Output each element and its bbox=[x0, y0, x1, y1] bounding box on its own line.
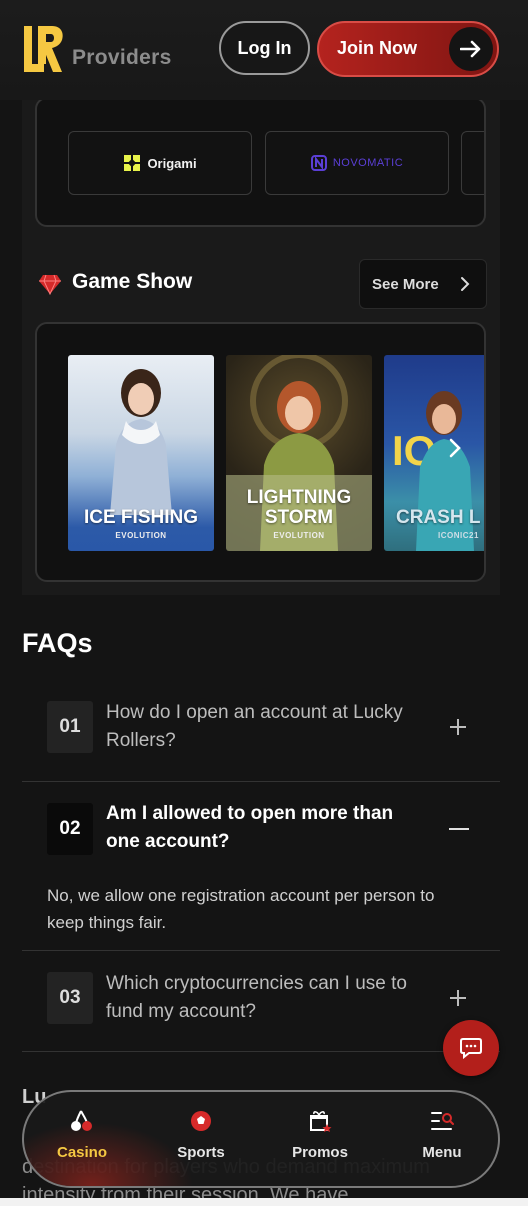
login-button[interactable]: Log In bbox=[219, 21, 310, 75]
game-title: ICE FISHING bbox=[83, 507, 198, 528]
live-chat-button[interactable] bbox=[443, 1020, 499, 1076]
game-provider: ICONIC21 bbox=[438, 531, 479, 540]
game-provider: EVOLUTION bbox=[115, 531, 167, 540]
game-title-line-2: STORM bbox=[264, 507, 334, 528]
game-title: CRASH L bbox=[396, 507, 481, 528]
nav-label: Promos bbox=[292, 1144, 348, 1161]
join-now-label: Join Now bbox=[337, 38, 417, 58]
faq-answer: No, we allow one registration account pe… bbox=[47, 886, 435, 932]
chevron-right-icon bbox=[461, 277, 470, 291]
see-more-button[interactable]: See More bbox=[359, 259, 487, 309]
game-tile-lightning-storm[interactable]: LIGHTNING STORM EVOLUTION bbox=[226, 355, 372, 551]
nav-label: Sports bbox=[177, 1144, 225, 1161]
provider-card-novomatic[interactable]: NOVOMATIC bbox=[265, 131, 449, 195]
ball-icon bbox=[191, 1111, 211, 1131]
faq-question: How do I open an account at Lucky Roller… bbox=[106, 702, 403, 751]
faq-divider bbox=[22, 950, 500, 951]
game-tile-ice-fishing[interactable]: ICE FISHING EVOLUTION bbox=[68, 355, 214, 551]
cherries-icon bbox=[71, 1110, 92, 1131]
novomatic-logo-icon bbox=[310, 155, 327, 171]
origami-logo-icon bbox=[124, 155, 141, 171]
gift-icon bbox=[310, 1111, 332, 1132]
game-show-title: Game Show bbox=[72, 270, 193, 293]
browser-bottom-edge bbox=[0, 1198, 528, 1206]
provider-name: NOVOMATIC bbox=[332, 157, 404, 169]
providers-carousel[interactable]: Origami NOVOMATIC bbox=[35, 97, 486, 227]
nav-label: Menu bbox=[422, 1144, 462, 1161]
nav-promos[interactable]: Promos bbox=[270, 1106, 370, 1161]
chat-bubble-icon bbox=[460, 1038, 482, 1059]
plus-icon[interactable] bbox=[448, 717, 468, 737]
provider-name: Origami bbox=[147, 155, 197, 171]
lucky-rollers-logo[interactable] bbox=[22, 24, 64, 74]
arrow-right-icon bbox=[449, 27, 493, 71]
top-header: Providers Log In Join Now bbox=[0, 0, 528, 100]
provider-card-partial[interactable] bbox=[461, 131, 484, 195]
game-provider: EVOLUTION bbox=[273, 531, 325, 540]
plus-icon[interactable] bbox=[448, 988, 468, 1008]
faq-divider bbox=[22, 781, 500, 782]
nav-label: Casino bbox=[56, 1144, 107, 1161]
minus-icon[interactable] bbox=[448, 819, 470, 839]
game-art bbox=[110, 369, 172, 515]
game-show-carousel[interactable]: ICE FISHING EVOLUTION LIGHTNING STORM EV… bbox=[35, 322, 486, 582]
page: Providers Log In Join Now Origami NOVOMA… bbox=[0, 0, 528, 1206]
nav-menu[interactable]: Menu bbox=[392, 1106, 492, 1161]
provider-card-origami[interactable]: Origami bbox=[68, 131, 252, 195]
join-now-button[interactable]: Join Now bbox=[317, 21, 499, 77]
see-more-label: See More bbox=[372, 276, 439, 293]
faq-question: Am I allowed to open more than one accou… bbox=[106, 803, 394, 852]
carousel-next-icon[interactable] bbox=[448, 437, 462, 459]
faq-number: 03 bbox=[47, 972, 93, 1024]
section-title-providers: Providers bbox=[72, 46, 172, 69]
faq-number: 01 bbox=[47, 701, 93, 753]
game-title-line-1: LIGHTNING bbox=[246, 487, 352, 508]
nav-casino[interactable]: Casino bbox=[32, 1106, 132, 1161]
faq-item-01[interactable]: 01 How do I open an account at Lucky Rol… bbox=[22, 690, 500, 780]
faq-number: 02 bbox=[47, 803, 93, 855]
menu-search-icon bbox=[431, 1112, 454, 1130]
gem-icon bbox=[39, 274, 61, 295]
faq-divider bbox=[22, 1051, 500, 1052]
bottom-navigation: Casino Sports Promos Menu bbox=[22, 1090, 500, 1188]
nav-sports[interactable]: Sports bbox=[151, 1106, 251, 1161]
faq-question: Which cryptocurrencies can I use to fund… bbox=[106, 973, 407, 1022]
faq-title: FAQs bbox=[22, 628, 93, 658]
game-tile-crash[interactable]: IO CRASH L ICONIC21 bbox=[384, 355, 484, 551]
faq-item-03[interactable]: 03 Which cryptocurrencies can I use to f… bbox=[22, 962, 500, 1052]
